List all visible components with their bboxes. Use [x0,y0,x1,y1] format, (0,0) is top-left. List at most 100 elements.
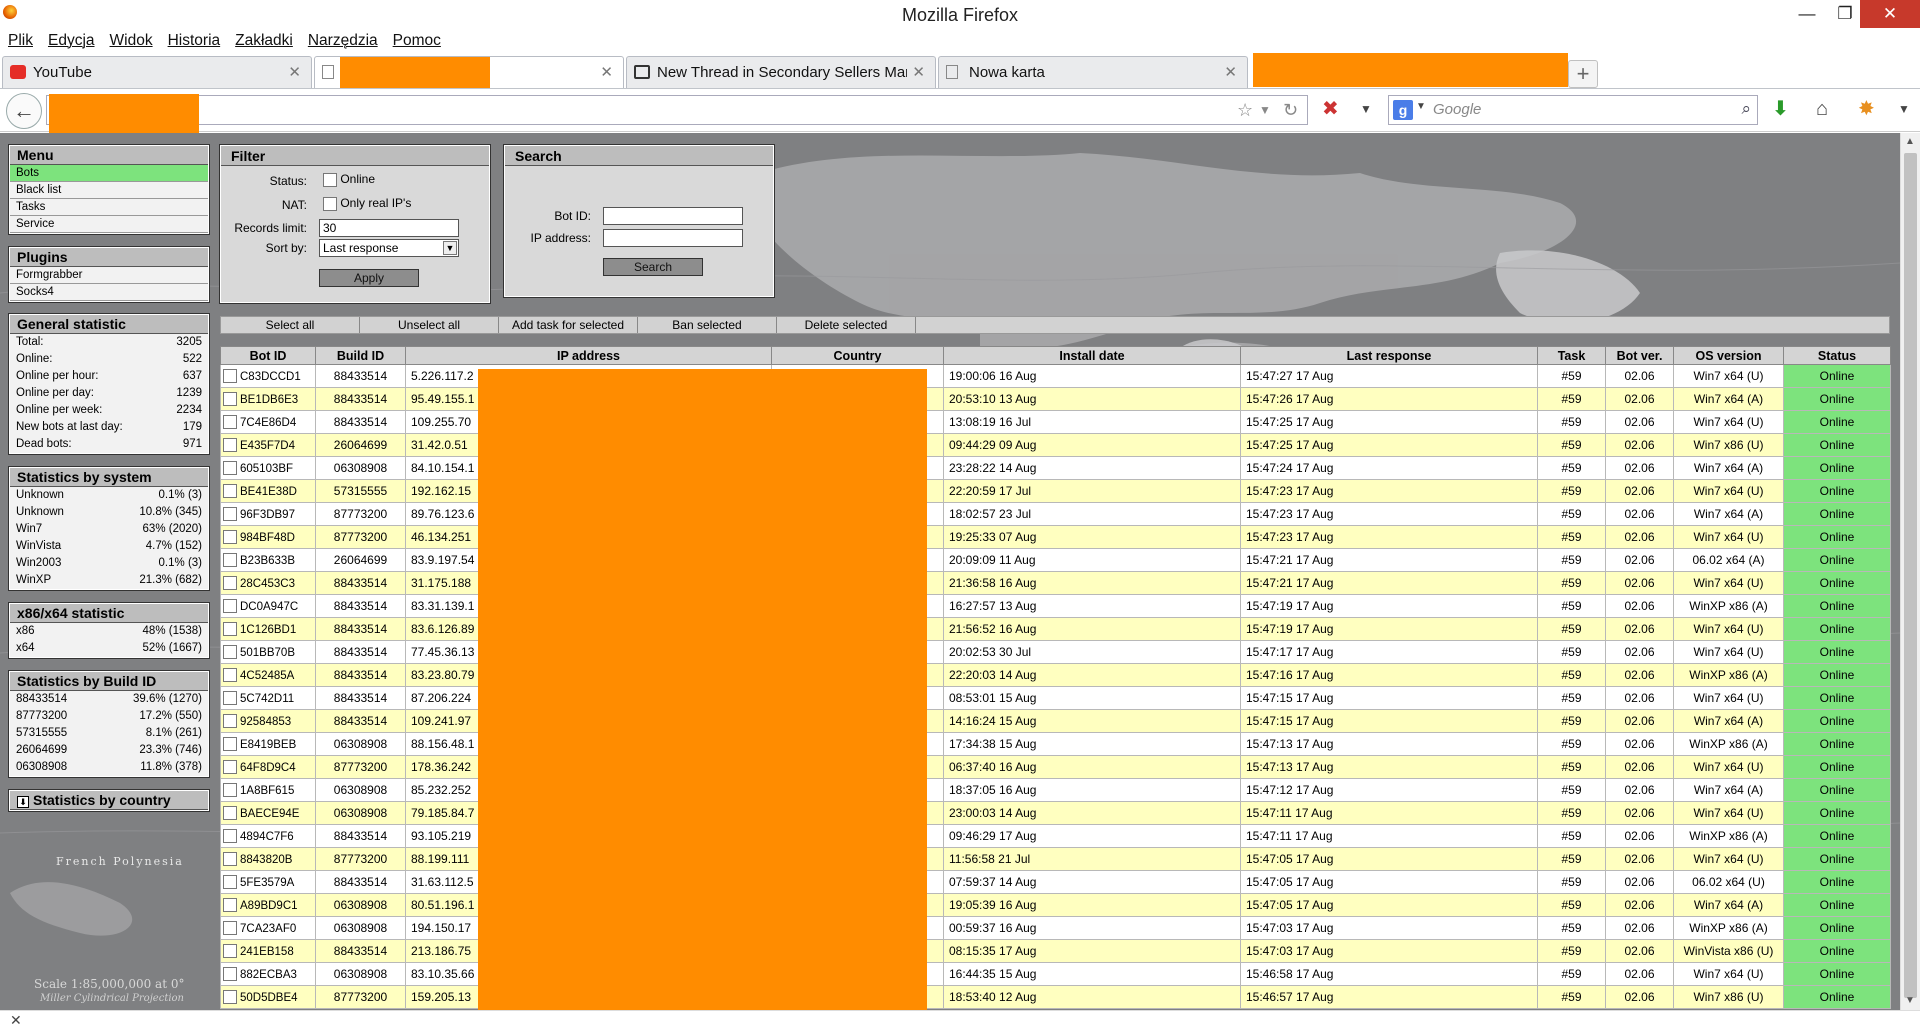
column-header[interactable]: Last response [1240,346,1538,365]
row-checkbox[interactable] [223,369,237,384]
column-header[interactable]: Bot ID [220,346,316,365]
row-checkbox[interactable] [223,783,237,798]
table-row[interactable]: 50D5DBE4 87773200 159.205.13 18:53:40 12 Au… [220,985,1891,1009]
ip-address-input[interactable] [603,229,743,247]
row-checkbox[interactable] [223,875,237,890]
row-checkbox[interactable] [223,829,237,844]
addon-icon[interactable]: ✸ [1858,97,1875,121]
ban-selected-button[interactable]: Ban selected [638,317,777,333]
table-row[interactable]: 4894C7F6 88433514 93.105.219 09:46:29 17 Au… [220,824,1891,848]
column-header[interactable]: Install date [943,346,1241,365]
close-tab-icon[interactable]: ✕ [912,63,925,81]
row-checkbox[interactable] [223,530,237,545]
row-checkbox[interactable] [223,967,237,982]
url-bar[interactable]: ☆ ▼ ↻ [46,94,1308,138]
home-icon[interactable]: ⌂ [1816,97,1828,121]
status-online-option[interactable]: Online [323,172,375,187]
addon-blocker-icon[interactable]: ✖ [1322,97,1339,121]
table-row[interactable]: 984BF48D 87773200 46.134.251 19:25:33 07 Au… [220,525,1891,549]
google-icon[interactable]: g [1393,100,1413,120]
expand-icon[interactable]: ⬇ [17,796,29,808]
column-header[interactable]: Country [771,346,944,365]
table-row[interactable]: 1C126BD1 88433514 83.6.126.89 21:56:52 16 A… [220,617,1891,641]
row-checkbox[interactable] [223,990,237,1005]
table-row[interactable]: 882ECBA3 06308908 83.10.35.66 16:44:35 15 A… [220,962,1891,986]
row-checkbox[interactable] [223,714,237,729]
row-checkbox[interactable] [223,622,237,637]
row-checkbox[interactable] [223,852,237,867]
column-header[interactable]: IP address [405,346,772,365]
menu-edit[interactable]: Edycja [48,30,95,52]
table-row[interactable]: DC0A947C 88433514 83.31.139.1 16:27:57 13 A… [220,594,1891,618]
back-arrow-icon[interactable]: ← [6,93,42,129]
select-all-button[interactable]: Select all [221,317,360,333]
column-header[interactable]: OS version [1673,346,1784,365]
row-checkbox[interactable] [223,944,237,959]
bot-id-input[interactable] [603,207,743,225]
row-checkbox[interactable] [223,415,237,430]
country-statistic-title[interactable]: ⬇ Statistics by country [10,791,208,810]
select-arrow-icon[interactable]: ▼ [443,241,457,255]
column-header[interactable]: Status [1783,346,1891,365]
close-tab-icon[interactable]: ✕ [600,63,613,81]
search-button[interactable]: Search [603,258,703,276]
new-tab-button[interactable]: + [1568,60,1598,88]
table-row[interactable]: C83DCCD1 88433514 5.226.117.2 19:00:06 16 A… [220,364,1891,388]
menu-item-service[interactable]: Service [10,216,208,233]
table-row[interactable]: 92584853 88433514 109.241.97 14:16:24 15 Au… [220,709,1891,733]
download-icon[interactable]: ⬇ [1772,97,1789,121]
column-header[interactable]: Task [1537,346,1606,365]
tab-active[interactable]: ✕ [314,56,624,89]
row-checkbox[interactable] [223,576,237,591]
column-header[interactable]: Bot ver. [1605,346,1674,365]
records-limit-input[interactable]: 30 [319,219,459,237]
row-checkbox[interactable] [223,461,237,476]
row-checkbox[interactable] [223,760,237,775]
table-row[interactable]: A89BD9C1 06308908 80.51.196.1 19:05:39 16 A… [220,893,1891,917]
scroll-up-icon[interactable]: ▲ [1905,136,1915,147]
table-row[interactable]: 96F3DB97 87773200 89.76.123.6 18:02:57 23 J… [220,502,1891,526]
table-row[interactable]: 7C4E86D4 88433514 109.255.70 13:08:19 16 Ju… [220,410,1891,434]
table-row[interactable]: 8843820B 87773200 88.199.111 11:56:58 21 Ju… [220,847,1891,871]
row-checkbox[interactable] [223,507,237,522]
row-checkbox[interactable] [223,806,237,821]
close-tab-icon[interactable]: ✕ [1224,63,1237,81]
unselect-all-button[interactable]: Unselect all [360,317,499,333]
close-tab-icon[interactable]: ✕ [288,63,301,81]
menu-item-blacklist[interactable]: Black list [10,182,208,199]
tab-new[interactable]: Nowa karta ✕ [938,56,1248,88]
table-row[interactable]: E8419BEB 06308908 88.156.48.1 17:34:38 15 A… [220,732,1891,756]
add-task-button[interactable]: Add task for selected [499,317,638,333]
table-row[interactable]: 1A8BF615 06308908 85.232.252 18:37:05 16 Au… [220,778,1891,802]
table-row[interactable]: 28C453C3 88433514 31.175.188 21:36:58 16 Au… [220,571,1891,595]
row-checkbox[interactable] [223,668,237,683]
plugin-formgrabber[interactable]: Formgrabber [10,267,208,284]
menu-tools[interactable]: Narzędzia [308,30,378,52]
country-statistic-panel[interactable]: ⬇ Statistics by country [8,789,210,812]
menu-dropdown-icon[interactable]: ▼ [1898,97,1910,121]
sort-by-select[interactable]: Last response ▼ [319,239,459,257]
table-row[interactable]: 605103BF 06308908 84.10.154.1 23:28:22 14 A… [220,456,1891,480]
row-checkbox[interactable] [223,921,237,936]
table-row[interactable]: 5C742D11 88433514 87.206.224 08:53:01 15 Au… [220,686,1891,710]
apply-button[interactable]: Apply [319,269,419,287]
row-checkbox[interactable] [223,599,237,614]
delete-selected-button[interactable]: Delete selected [777,317,916,333]
menu-file[interactable]: Plik [8,30,33,52]
dropdown-arrow-icon[interactable]: ▼ [1360,97,1372,121]
scrollbar-thumb[interactable] [1904,153,1917,998]
row-checkbox[interactable] [223,898,237,913]
table-row[interactable]: E435F7D4 26064699 31.42.0.51 09:44:29 09 Au… [220,433,1891,457]
menu-history[interactable]: Historia [168,30,221,52]
tab-forum[interactable]: New Thread in Secondary Sellers Mar... ✕ [626,56,936,88]
row-checkbox[interactable] [223,553,237,568]
search-engine-box[interactable]: g ▼ Google ⌕ [1388,95,1758,125]
table-row[interactable]: BE1DB6E3 88433514 95.49.155.1 20:53:10 13 A… [220,387,1891,411]
scroll-down-icon[interactable]: ▼ [1905,995,1915,1006]
menu-help[interactable]: Pomoc [393,30,441,52]
table-row[interactable]: 64F8D9C4 87773200 178.36.242 06:37:40 16 Au… [220,755,1891,779]
nat-option[interactable]: Only real IP's [323,196,411,211]
table-row[interactable]: BE41E38D 57315555 192.162.15 22:20:59 17 Ju… [220,479,1891,503]
nat-real-ip-checkbox[interactable] [323,196,337,211]
menu-bookmarks[interactable]: Zakładki [235,30,293,52]
